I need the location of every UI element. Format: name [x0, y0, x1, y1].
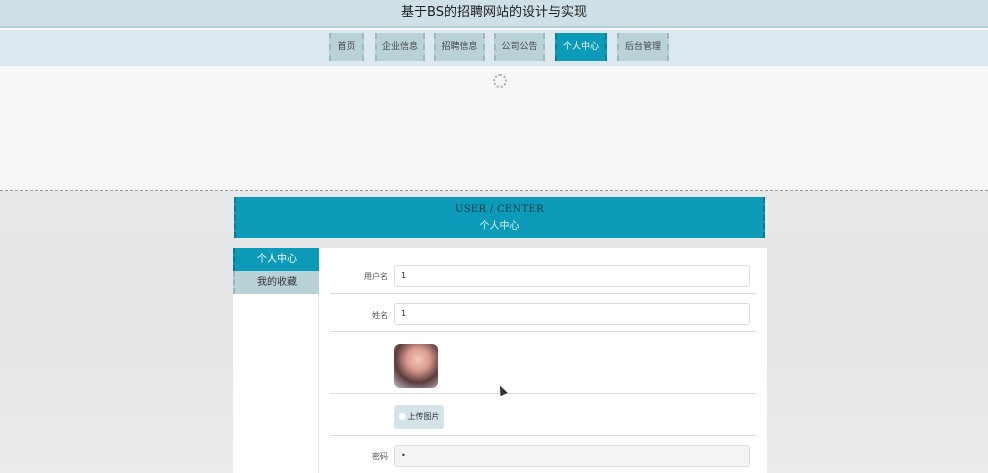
center-title-en: USER / CENTER: [455, 204, 544, 215]
site-title: 基于BS的招聘网站的设计与实现: [401, 5, 587, 20]
password-field[interactable]: •: [394, 445, 750, 467]
side-item-favorites[interactable]: 我的收藏: [233, 271, 319, 294]
nav-home[interactable]: 首页: [329, 33, 364, 61]
profile-panel: 个人中心 我的收藏 用户名 1 姓名 1 上传图片 密码 •: [233, 248, 767, 473]
nav-job-info[interactable]: 招聘信息: [434, 33, 485, 61]
side-item-personal-center[interactable]: 个人中心: [233, 248, 319, 271]
top-header: 基于BS的招聘网站的设计与实现: [0, 0, 988, 28]
name-field[interactable]: 1: [394, 303, 750, 325]
nav-announcements[interactable]: 公司公告: [494, 33, 545, 61]
username-label: 用户名: [364, 272, 388, 281]
center-title-cn: 个人中心: [479, 221, 520, 232]
upload-label: 上传图片: [407, 412, 440, 421]
loading-spinner-icon: [493, 74, 507, 88]
nav-personal-center[interactable]: 个人中心: [555, 33, 607, 61]
upload-image-button[interactable]: 上传图片: [394, 405, 444, 429]
password-label: 密码: [372, 452, 388, 461]
center-header: USER / CENTER 个人中心: [234, 197, 765, 238]
banner-area: [0, 66, 988, 190]
username-row: 用户名 1: [330, 262, 756, 294]
avatar-row: [330, 332, 756, 394]
username-field[interactable]: 1: [394, 265, 750, 287]
nav-company-info[interactable]: 企业信息: [375, 33, 425, 61]
upload-icon: [398, 413, 406, 420]
nav-admin[interactable]: 后台管理: [617, 33, 669, 61]
name-row: 姓名 1: [330, 300, 756, 332]
name-label: 姓名: [372, 311, 388, 320]
side-menu: 个人中心 我的收藏: [233, 248, 319, 473]
upload-row: 上传图片: [330, 394, 756, 436]
main-nav: 首页 企业信息 招聘信息 公司公告 个人中心 后台管理: [0, 30, 988, 66]
password-row: 密码 •: [330, 442, 756, 473]
avatar: [394, 344, 438, 388]
